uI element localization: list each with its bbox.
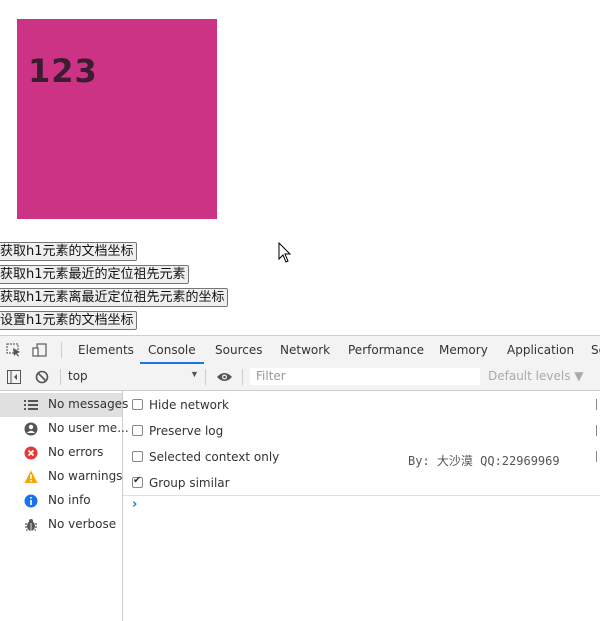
tab-security-partial[interactable]: Se [591,336,600,364]
sidebar-item-label: No user me... [48,421,129,435]
toolbar-separator [60,369,61,385]
console-sidebar: No messages No user me... No errors No w… [0,391,129,621]
inspect-element-icon[interactable] [6,343,22,357]
tab-performance[interactable]: Performance [348,336,424,364]
default-levels-dropdown[interactable]: Default levels ▼ [488,369,584,383]
list-icon [24,400,38,410]
tab-network[interactable]: Network [280,336,330,364]
get-offset-parent-button[interactable]: 获取h1元素最近的定位祖先元素 [0,265,189,284]
h1-heading: 123 [28,52,98,90]
group-similar-checkbox[interactable] [132,475,143,488]
bug-icon [25,519,37,531]
error-icon [24,446,38,460]
sidebar-item-verbose[interactable]: No verbose [0,513,122,537]
sidebar-item-info[interactable]: No info [0,489,122,513]
devtools-tabbar: Elements Console Sources Network Perform… [0,336,600,365]
console-settings: Hide network Preserve log Selected conte… [123,391,600,496]
hide-network-checkbox[interactable] [132,399,143,410]
clear-console-icon[interactable] [35,370,49,384]
tab-console[interactable]: Console [140,336,204,364]
web-page: 123 获取h1元素的文档坐标 获取h1元素最近的定位祖先元素 获取h1元素离最… [0,0,600,335]
tab-sources[interactable]: Sources [215,336,262,364]
sidebar-item-messages[interactable]: No messages [0,393,128,417]
devtools-panel: Elements Console Sources Network Perform… [0,335,600,621]
selected-context-checkbox[interactable] [132,451,143,462]
watermark-text: By: 大沙漠 QQ:22969969 [408,454,560,468]
option-label: Group similar [149,476,230,490]
option-label: Selected context only [149,450,280,464]
option-label: Hide network [149,398,229,412]
sidebar-item-label: No messages [48,397,129,411]
user-icon [24,422,38,436]
partial-checkbox[interactable] [596,451,600,462]
device-toolbar-icon[interactable] [32,343,48,357]
eye-icon[interactable] [216,371,233,383]
sidebar-item-errors[interactable]: No errors [0,441,122,465]
pink-box: 123 [17,19,217,219]
preserve-log-checkbox[interactable] [132,425,143,436]
mouse-cursor-icon [278,242,292,263]
toolbar-separator [205,369,206,385]
toolbar-separator [242,369,243,385]
filter-input[interactable]: Filter [250,368,480,385]
sidebar-item-label: No info [48,493,91,507]
console-toolbar: top ▼ Filter Default levels ▼ [0,364,600,391]
get-doc-coords-button[interactable]: 获取h1元素的文档坐标 [0,242,137,261]
sidebar-item-warnings[interactable]: No warnings [0,465,122,489]
console-prompt-icon[interactable]: › [132,497,137,512]
tab-application[interactable]: Application [507,336,574,364]
context-dropdown-arrow-icon[interactable]: ▼ [190,369,199,379]
sidebar-item-label: No warnings [48,469,123,483]
tab-memory[interactable]: Memory [439,336,488,364]
sidebar-item-label: No verbose [48,517,117,531]
get-offset-coords-button[interactable]: 获取h1元素离最近定位祖先元素的坐标 [0,288,228,307]
warning-icon [24,470,38,483]
tab-elements[interactable]: Elements [78,336,134,364]
info-icon [24,494,38,508]
partial-checkbox[interactable] [596,399,600,410]
partial-checkbox[interactable] [596,425,600,436]
set-doc-coords-button[interactable]: 设置h1元素的文档坐标 [0,311,137,330]
sidebar-item-label: No errors [48,445,104,459]
context-selector[interactable]: top [68,369,88,383]
sidebar-toggle-icon[interactable] [7,370,21,384]
sidebar-item-user-messages[interactable]: No user me... [0,417,129,441]
option-label: Preserve log [149,424,224,438]
tab-separator [61,342,62,358]
